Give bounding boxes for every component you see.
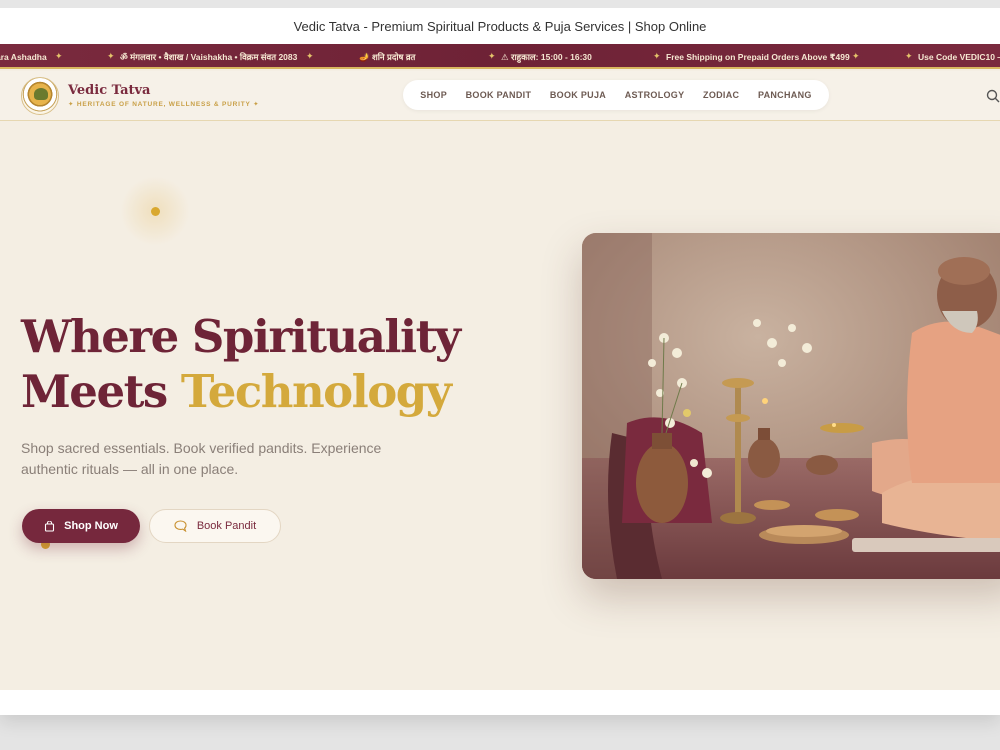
book-pandit-label: Book Pandit: [196, 520, 257, 532]
hero-image-pandit-puja: [582, 233, 1000, 579]
shop-now-button[interactable]: Shop Now: [22, 509, 140, 543]
browser-window: Vedic Tatva - Premium Spiritual Products…: [0, 0, 1000, 715]
nav-book-pandit[interactable]: BOOK PANDIT: [466, 90, 532, 100]
hero-section: Where Spirituality Meets Technology Shop…: [0, 121, 1000, 690]
main-nav: SHOP BOOK PANDIT BOOK PUJA ASTROLOGY ZOD…: [403, 80, 829, 110]
window-title-bar: Vedic Tatva - Premium Spiritual Products…: [0, 8, 1000, 44]
headline-line-1: Where Spirituality: [21, 310, 461, 363]
site-header: Vedic Tatva ✦ HERITAGE OF NATURE, WELLNE…: [0, 71, 1000, 121]
star-icon: ✦: [488, 51, 496, 61]
window-title: Vedic Tatva - Premium Spiritual Products…: [293, 18, 707, 34]
decorative-dot: [151, 207, 160, 216]
nav-zodiac[interactable]: ZODIAC: [703, 90, 739, 100]
ticker-item: 🪔 शनि प्रदोष व्रत: [359, 52, 416, 62]
brand-name[interactable]: Vedic Tatva: [68, 83, 150, 98]
window-top-strip: [0, 0, 1000, 8]
headline-line-2: Meets: [21, 365, 181, 418]
window-bottom-bar: [0, 690, 1000, 715]
search-icon[interactable]: [986, 89, 1000, 103]
hero-subtext: Shop sacred essentials. Book verified pa…: [21, 440, 382, 477]
announcement-ticker: ara Ashadha ✦ ✦ ॐ मंगलवार • वैशाख / Vais…: [0, 44, 1000, 69]
star-icon: ✦: [107, 51, 115, 61]
book-pandit-button[interactable]: Book Pandit: [149, 509, 281, 543]
nav-book-puja[interactable]: BOOK PUJA: [550, 90, 606, 100]
headline-accent: Technology: [180, 365, 452, 418]
brand-logo[interactable]: [21, 77, 59, 115]
shop-now-label: Shop Now: [64, 520, 118, 532]
nav-shop[interactable]: SHOP: [420, 90, 447, 100]
ticker-item: ॐ मंगलवार • वैशाख / Vaishakha • विक्रम स…: [120, 52, 298, 62]
chat-icon: [174, 520, 187, 532]
ticker-item: ⚠ राहुकाल: 15:00 - 16:30: [501, 52, 592, 62]
star-icon: ✦: [852, 51, 860, 61]
nav-astrology[interactable]: ASTROLOGY: [625, 90, 685, 100]
brand-tagline: ✦ HERITAGE OF NATURE, WELLNESS & PURITY …: [68, 101, 260, 108]
tree-icon: [34, 88, 48, 100]
shopping-bag-icon: [45, 520, 55, 532]
ticker-item: ara Ashadha: [0, 52, 47, 62]
puja-photo-illustration: [582, 233, 1000, 579]
star-icon: ✦: [306, 51, 314, 61]
nav-panchang[interactable]: PANCHANG: [758, 90, 812, 100]
star-icon: ✦: [905, 51, 913, 61]
hero-headline: Where Spirituality Meets Technology: [21, 309, 461, 419]
ticker-item: Free Shipping on Prepaid Orders Above ₹4…: [666, 52, 850, 62]
ticker-item: Use Code VEDIC10 —: [918, 52, 1000, 62]
star-icon: ✦: [55, 51, 63, 61]
star-icon: ✦: [653, 51, 661, 61]
